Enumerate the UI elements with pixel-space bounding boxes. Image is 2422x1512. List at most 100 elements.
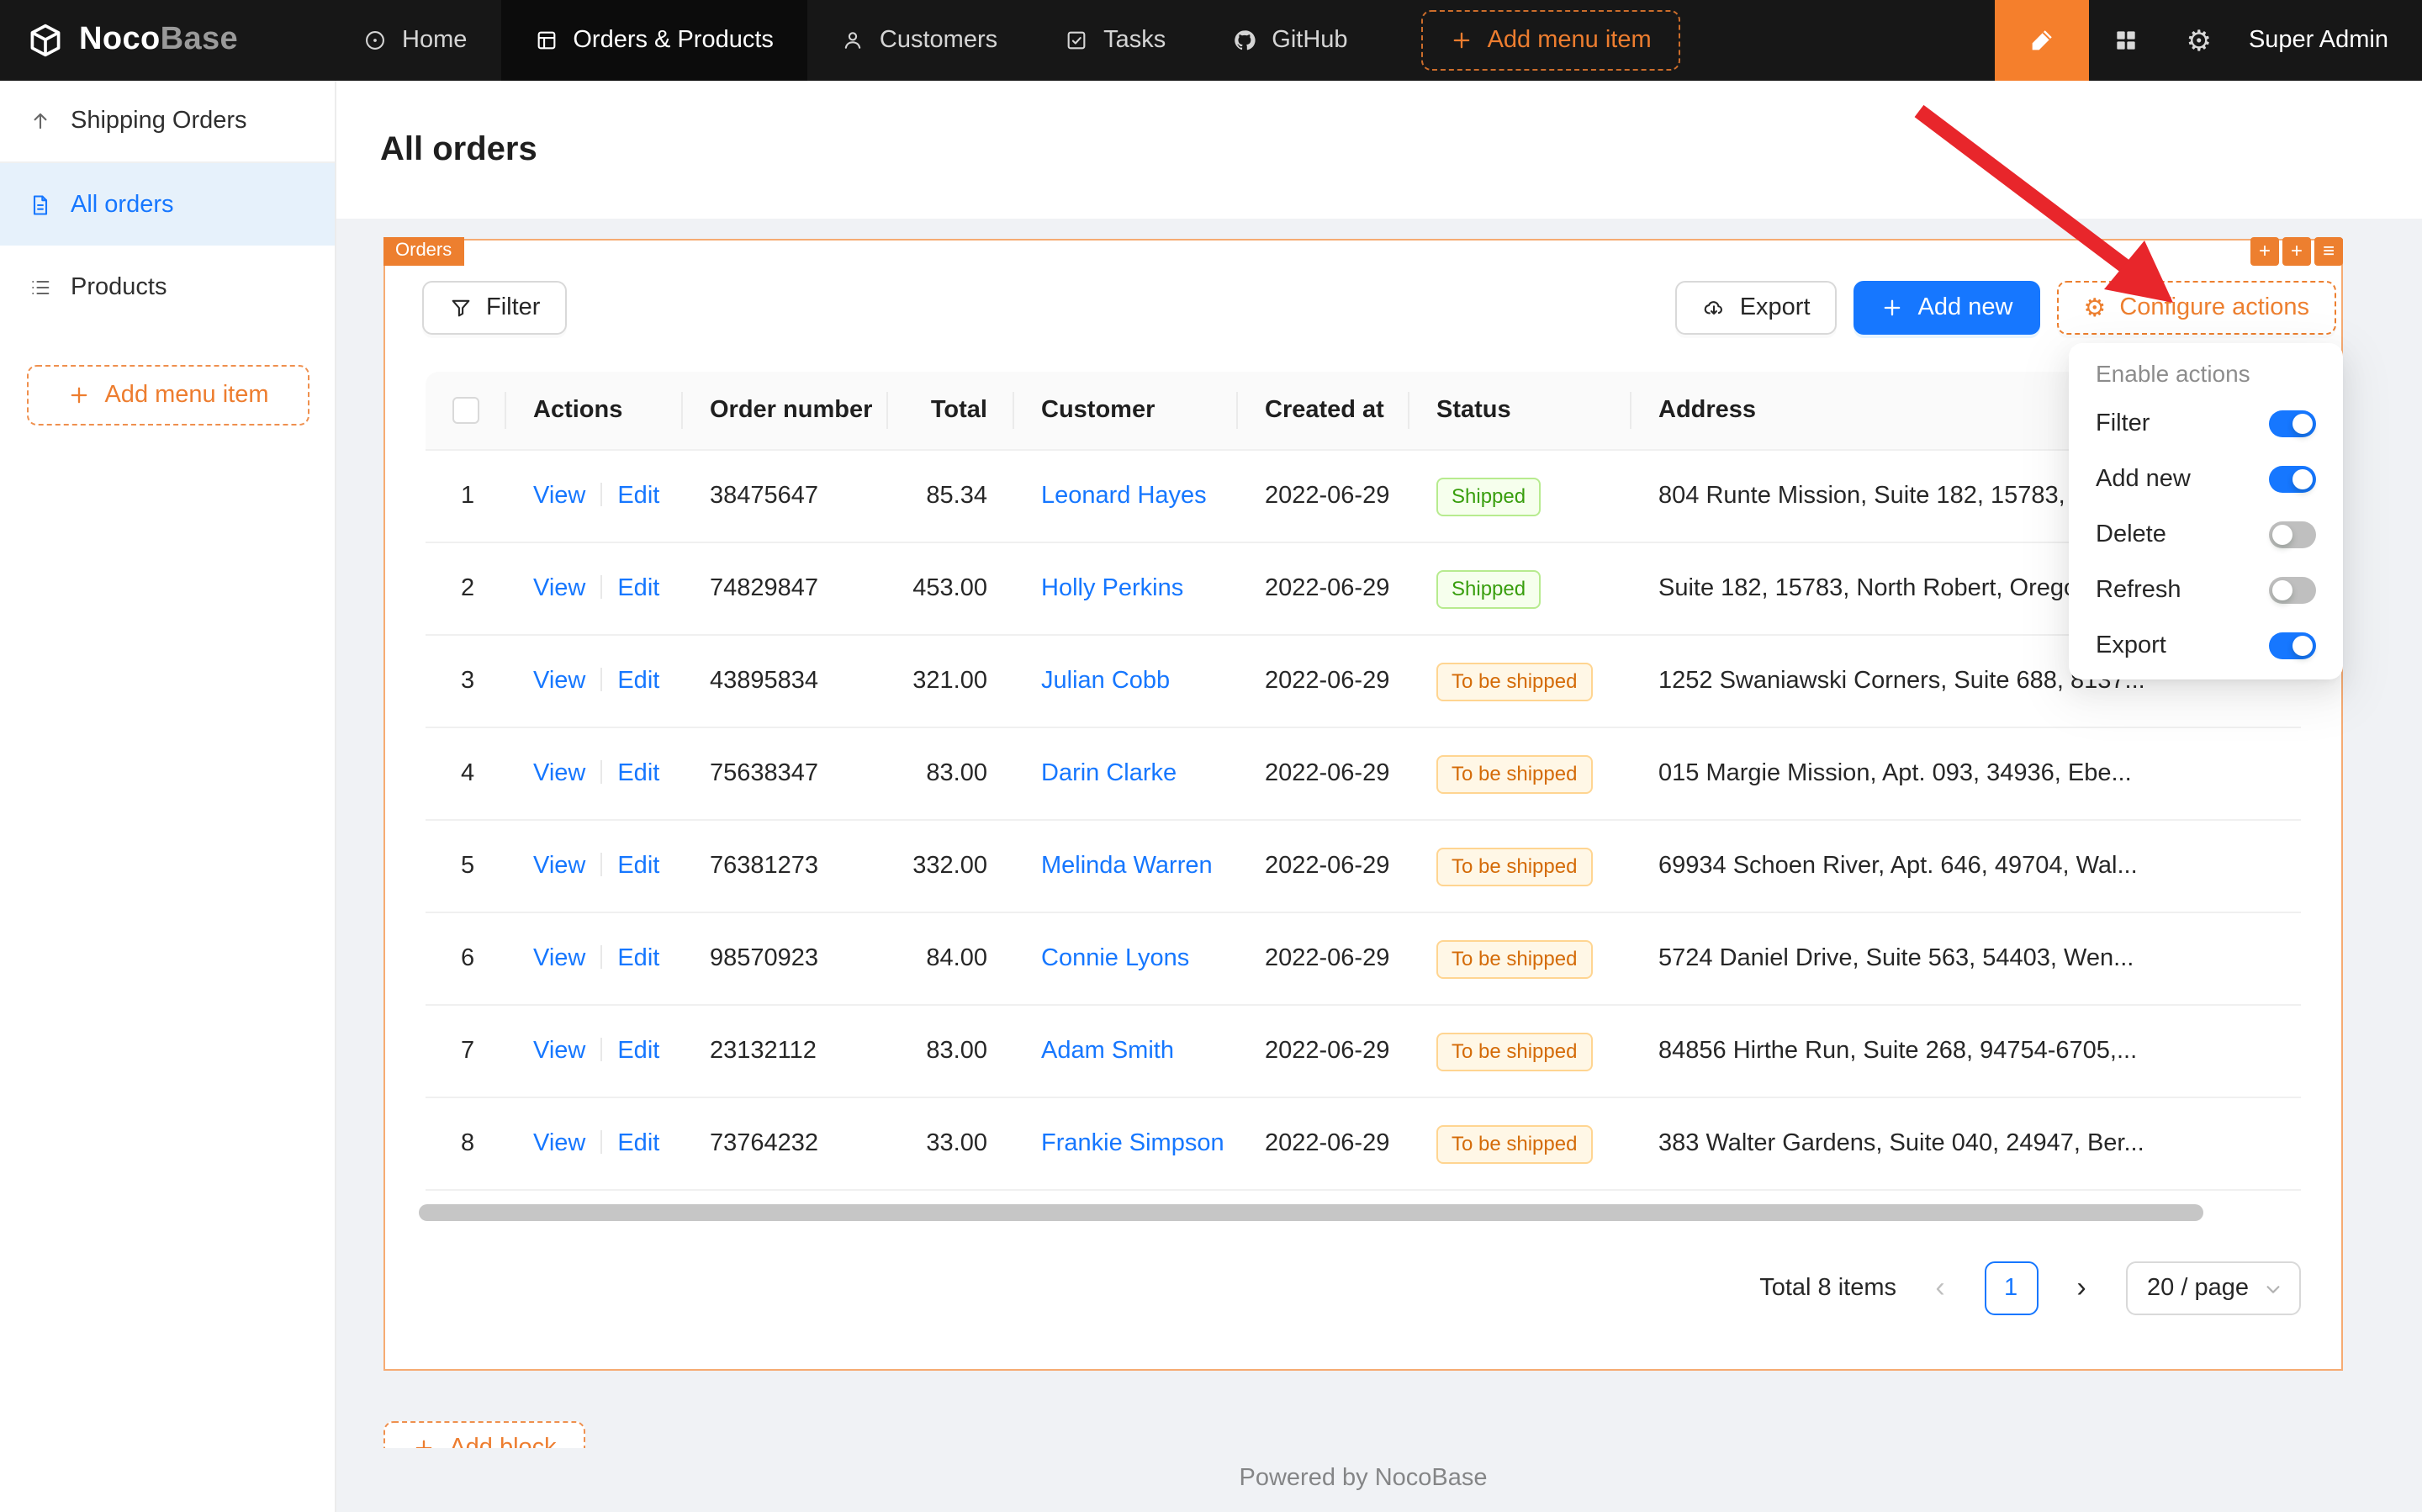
customer-link[interactable]: Leonard Hayes <box>1041 483 1207 510</box>
ui-editor-button[interactable] <box>1994 0 2088 81</box>
sidebar-item-products[interactable]: Products <box>0 246 335 328</box>
file-icon <box>29 193 52 216</box>
edit-link[interactable]: Edit <box>617 1038 659 1065</box>
page-size-select[interactable]: 20 / page <box>2125 1261 2301 1315</box>
view-link[interactable]: View <box>533 1038 585 1065</box>
row-actions: View Edit <box>506 668 683 695</box>
scrollbar-thumb[interactable] <box>419 1204 2203 1221</box>
designer-add-icon[interactable]: + <box>2250 237 2279 266</box>
column-header-order-number[interactable]: Order number <box>683 397 888 424</box>
prev-page-button[interactable]: ‹ <box>1913 1261 1967 1315</box>
brand-logo[interactable]: NocoBase <box>0 0 330 81</box>
row-index: 1 <box>426 483 506 510</box>
nav-customers[interactable]: Customers <box>807 0 1031 81</box>
sidebar-item-shipping-orders[interactable]: Shipping Orders <box>0 81 335 163</box>
edit-link[interactable]: Edit <box>617 483 659 510</box>
gear-icon: ⚙ <box>2083 295 2106 320</box>
edit-link[interactable]: Edit <box>617 760 659 787</box>
customer-link[interactable]: Frankie Simpson <box>1041 1130 1224 1157</box>
action-divider <box>600 1130 602 1154</box>
column-header-created-at[interactable]: Created at <box>1238 397 1409 424</box>
view-link[interactable]: View <box>533 483 585 510</box>
action-divider <box>600 1038 602 1061</box>
status-badge: Shipped <box>1436 569 1541 608</box>
edit-link[interactable]: Edit <box>617 1130 659 1157</box>
view-link[interactable]: View <box>533 760 585 787</box>
nav-tasks[interactable]: Tasks <box>1031 0 1199 81</box>
sidebar-item-all-orders[interactable]: All orders <box>0 163 335 246</box>
edit-link[interactable]: Edit <box>617 853 659 880</box>
customer-link[interactable]: Darin Clarke <box>1041 760 1177 787</box>
status-badge: To be shipped <box>1436 1032 1592 1071</box>
configure-actions-button[interactable]: ⚙ Configure actions <box>2056 281 2336 335</box>
total-items-label: Total 8 items <box>1759 1275 1896 1302</box>
customer-link[interactable]: Holly Perkins <box>1041 575 1183 602</box>
order-number-cell: 75638347 <box>683 760 888 787</box>
toggle-switch[interactable] <box>2269 410 2316 436</box>
created-at-cell: 2022-06-29 <box>1238 760 1409 787</box>
sidebar: Shipping Orders All orders Products Add … <box>0 81 336 1512</box>
sidebar-add-menu-item-button[interactable]: Add menu item <box>27 365 309 426</box>
header-add-menu-item-button[interactable]: Add menu item <box>1422 10 1680 71</box>
toggle-switch[interactable] <box>2269 465 2316 492</box>
status-badge: Shipped <box>1436 477 1541 515</box>
export-button[interactable]: Export <box>1676 281 1838 335</box>
configure-actions-label: Configure actions <box>2119 294 2309 321</box>
filter-button[interactable]: Filter <box>422 281 567 335</box>
customer-link[interactable]: Julian Cobb <box>1041 668 1170 695</box>
settings-button[interactable]: ⚙ <box>2162 0 2235 81</box>
gear-icon: ⚙ <box>2186 26 2212 55</box>
designer-menu-icon[interactable]: ≡ <box>2314 237 2343 266</box>
brand-name-bold: Noco <box>79 22 161 57</box>
next-page-button[interactable]: › <box>2054 1261 2108 1315</box>
edit-link[interactable]: Edit <box>617 945 659 972</box>
filter-button-label: Filter <box>486 294 540 321</box>
orders-table: Actions Order number Total Customer Crea… <box>426 372 2301 1191</box>
row-index: 6 <box>426 945 506 972</box>
view-link[interactable]: View <box>533 945 585 972</box>
plus-icon <box>412 1436 436 1448</box>
total-cell: 84.00 <box>888 945 1014 972</box>
nav-orders-products[interactable]: Orders & Products <box>500 0 807 81</box>
toggle-switch[interactable] <box>2269 632 2316 658</box>
user-menu[interactable]: Super Admin <box>2235 27 2422 54</box>
edit-link[interactable]: Edit <box>617 668 659 695</box>
designer-add-block-icon[interactable]: + <box>2282 237 2311 266</box>
add-new-button[interactable]: Add new <box>1854 281 2040 335</box>
table-row: 5 ViewEdit 76381273 332.00 Melinda Warre… <box>426 821 2301 913</box>
view-link[interactable]: View <box>533 853 585 880</box>
view-link[interactable]: View <box>533 1130 585 1157</box>
plugin-manager-button[interactable] <box>2088 0 2162 81</box>
horizontal-scrollbar <box>419 1204 2338 1221</box>
edit-link[interactable]: Edit <box>617 575 659 602</box>
menu-item-label: Add new <box>2096 465 2191 492</box>
nav-home[interactable]: Home <box>330 0 500 81</box>
enable-actions-menu-item[interactable]: Filter <box>2076 395 2336 451</box>
row-actions: View Edit <box>506 1130 683 1157</box>
column-header-customer[interactable]: Customer <box>1014 397 1238 424</box>
view-link[interactable]: View <box>533 668 585 695</box>
customer-link[interactable]: Melinda Warren <box>1041 853 1213 880</box>
customer-link[interactable]: Connie Lyons <box>1041 945 1189 972</box>
enable-actions-menu-item[interactable]: Delete <box>2076 506 2336 562</box>
page-1-button[interactable]: 1 <box>1984 1261 2038 1315</box>
column-header-actions[interactable]: Actions <box>506 397 683 424</box>
enable-actions-menu-item[interactable]: Refresh <box>2076 562 2336 617</box>
customer-link[interactable]: Adam Smith <box>1041 1038 1174 1065</box>
total-cell: 83.00 <box>888 1038 1014 1065</box>
column-header-status[interactable]: Status <box>1409 397 1631 424</box>
total-cell: 453.00 <box>888 575 1014 602</box>
enable-actions-menu-item[interactable]: Export <box>2076 617 2336 673</box>
enable-actions-menu-item[interactable]: Add new <box>2076 451 2336 506</box>
action-divider <box>600 760 602 784</box>
table-header: Actions Order number Total Customer Crea… <box>426 372 2301 451</box>
view-link[interactable]: View <box>533 575 585 602</box>
column-header-total[interactable]: Total <box>888 397 1014 424</box>
toggle-switch[interactable] <box>2269 521 2316 547</box>
nav-github[interactable]: GitHub <box>1199 0 1381 81</box>
select-all-checkbox[interactable] <box>452 397 479 424</box>
add-block-button[interactable]: Add block <box>383 1421 585 1448</box>
toggle-switch[interactable] <box>2269 576 2316 603</box>
nav-label: Home <box>402 27 467 54</box>
toolbar-right: Export Add new ⚙ Configure actions <box>1676 281 2336 335</box>
